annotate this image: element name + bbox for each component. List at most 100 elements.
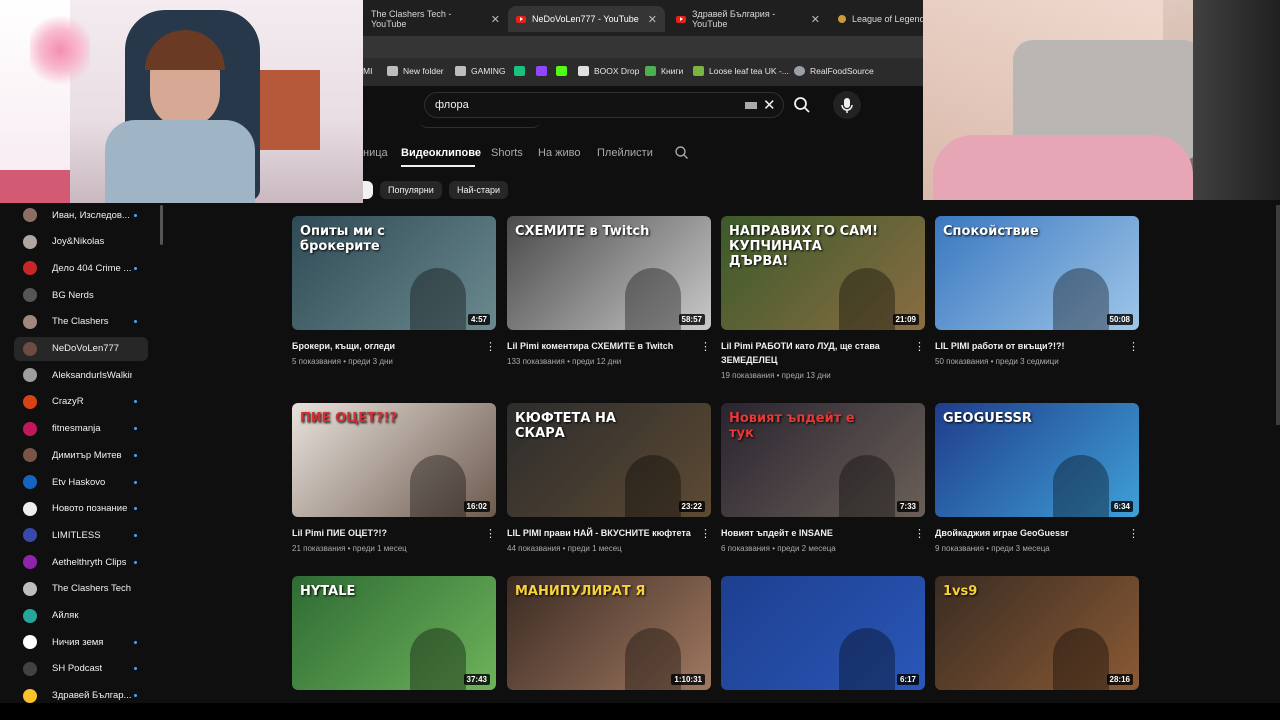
avatar: [23, 368, 37, 383]
video-title[interactable]: Lil Pimi ПИЕ ОЦЕТ?!?: [292, 526, 477, 540]
channel-search-button[interactable]: [674, 145, 689, 160]
sidebar-scrollbar[interactable]: [160, 205, 163, 245]
video-thumbnail[interactable]: 6:17: [721, 576, 925, 690]
sidebar-item-channel[interactable]: Димитър Митев: [14, 443, 148, 467]
browser-tab-active[interactable]: NeDoVoLen777 - YouTube ✕: [508, 6, 665, 32]
more-options-icon[interactable]: ⋮: [1128, 527, 1139, 541]
tab-live[interactable]: На живо: [538, 147, 580, 159]
new-content-dot: [134, 400, 137, 404]
more-options-icon[interactable]: ⋮: [1128, 340, 1139, 354]
sidebar-item-channel[interactable]: Joy&Nikolas: [14, 230, 148, 254]
avatar: [23, 314, 37, 329]
close-icon[interactable]: ✕: [763, 96, 776, 114]
sidebar-item-channel[interactable]: LIMITLESS: [14, 523, 148, 547]
sidebar-item-channel[interactable]: Айляк: [14, 604, 148, 628]
tab-title: Здравей България - YouTube: [692, 9, 776, 29]
video-title[interactable]: Новият ъпдейт е INSANE: [721, 526, 906, 540]
tab-videos[interactable]: Видеоклипове: [401, 147, 481, 159]
video-thumbnail[interactable]: GEOGUESSR 6:34: [935, 403, 1139, 517]
sidebar-item-channel[interactable]: BG Nerds: [14, 283, 148, 307]
leaf-icon: [693, 66, 704, 76]
new-content-dot: [134, 507, 137, 511]
more-options-icon[interactable]: ⋮: [485, 340, 496, 354]
sidebar-item-channel[interactable]: NeDoVoLen777: [14, 336, 148, 361]
bookmark-knigi[interactable]: Книги: [645, 66, 683, 76]
video-title[interactable]: Двойкаджия играе GeoGuessr: [935, 526, 1120, 540]
more-options-icon[interactable]: ⋮: [914, 340, 925, 354]
browser-tab[interactable]: The Clashers Tech - YouTube ✕: [363, 6, 508, 32]
thumbnail-text: НАПРАВИХ ГО САМ! КУПЧИНАТА ДЪРВА!: [729, 224, 879, 269]
bookmark[interactable]: [556, 66, 567, 76]
video-thumbnail[interactable]: НАПРАВИХ ГО САМ! КУПЧИНАТА ДЪРВА! 21:09: [721, 216, 925, 330]
video-title[interactable]: LIL PIMI работи от вкъщи?!?!: [935, 339, 1120, 353]
bookmark[interactable]: [514, 66, 525, 76]
video-thumbnail[interactable]: 1vs9 28:16: [935, 576, 1139, 690]
bookmark-new-folder[interactable]: New folder: [387, 66, 444, 76]
close-icon[interactable]: ✕: [648, 13, 657, 26]
video-duration: 28:16: [1106, 674, 1133, 685]
video-title[interactable]: Lil Pimi РАБОТИ като ЛУД, ще става ЗЕМЕД…: [721, 339, 906, 367]
video-thumbnail[interactable]: СХЕМИТЕ в Twitch 58:57: [507, 216, 711, 330]
bookmark-boox[interactable]: BOOX Drop: [578, 66, 639, 76]
pink-object: [0, 170, 70, 203]
sidebar-item-channel[interactable]: Etv Haskovo: [14, 470, 148, 494]
more-options-icon[interactable]: ⋮: [700, 340, 711, 354]
sidebar-item-channel[interactable]: The Clashers: [14, 310, 148, 334]
more-options-icon[interactable]: ⋮: [700, 527, 711, 541]
video-duration: 1:10:31: [671, 674, 705, 685]
avatar: [23, 608, 37, 623]
new-content-dot: [134, 213, 137, 217]
sidebar-item-channel[interactable]: Новото познание: [14, 497, 148, 521]
chip-oldest[interactable]: Най-стари: [449, 181, 509, 199]
bookmark[interactable]: MI: [363, 66, 372, 76]
search-button[interactable]: [791, 94, 813, 116]
video-thumbnail[interactable]: МАНИПУЛИРАТ Я 1:10:31: [507, 576, 711, 690]
sidebar-item-channel[interactable]: Ничия земя: [14, 630, 148, 654]
thumbnail-person: [839, 455, 895, 517]
keyboard-icon[interactable]: [745, 102, 757, 109]
more-options-icon[interactable]: ⋮: [914, 527, 925, 541]
more-options-icon[interactable]: ⋮: [485, 527, 496, 541]
books-icon: [645, 66, 656, 76]
tab-title: NeDoVoLen777 - YouTube: [532, 14, 639, 24]
new-content-dot: [134, 266, 137, 270]
sidebar-item-channel[interactable]: CrazyR: [14, 390, 148, 414]
search-input[interactable]: [433, 98, 737, 112]
video-title[interactable]: LIL PIMI прави НАЙ - ВКУСНИТЕ кюфтета: [507, 526, 692, 540]
browser-tab[interactable]: Здравей България - YouTube ✕: [668, 6, 828, 32]
video-title[interactable]: Lil Pimi коментира СХЕМИТЕ в Twitch: [507, 339, 692, 353]
video-thumbnail[interactable]: HYTALE 37:43: [292, 576, 496, 690]
sidebar-item-channel[interactable]: fitnesmanja: [14, 417, 148, 441]
page-scrollbar[interactable]: [1276, 205, 1280, 425]
video-thumbnail[interactable]: Новият ъпдейт е тук 7:33: [721, 403, 925, 517]
bookmark-tea[interactable]: Loose leaf tea UK -...: [693, 66, 789, 76]
sidebar-item-channel[interactable]: AleksandurIsWalking: [14, 363, 148, 387]
video-thumbnail[interactable]: КЮФТЕТА НА СКАРА 23:22: [507, 403, 711, 517]
chip-latest-active[interactable]: [363, 181, 373, 199]
search-box[interactable]: ✕: [424, 92, 784, 118]
chip-popular[interactable]: Популярни: [380, 181, 442, 199]
address-bar[interactable]: [363, 36, 923, 58]
voice-search-button[interactable]: [833, 91, 861, 119]
bookmark-realfood[interactable]: RealFoodSource: [794, 66, 874, 76]
bookmark[interactable]: [536, 66, 547, 76]
bookmark-gaming[interactable]: GAMING: [455, 66, 505, 76]
sidebar-item-channel[interactable]: Aethelthryth Clips: [14, 550, 148, 574]
video-thumbnail[interactable]: Спокойствие 50:08: [935, 216, 1139, 330]
close-icon[interactable]: ✕: [491, 13, 500, 26]
search-icon: [675, 146, 688, 159]
sidebar-item-channel[interactable]: The Clashers Tech: [14, 577, 148, 601]
video-thumbnail[interactable]: ПИЕ ОЦЕТ?!? 16:02: [292, 403, 496, 517]
sidebar-item-channel[interactable]: SH Podcast: [14, 657, 148, 681]
tab-playlists[interactable]: Плейлисти: [597, 147, 653, 159]
browser-tab[interactable]: League of Legends Pa: [830, 6, 923, 32]
video-title[interactable]: Брокери, къщи, огледи: [292, 339, 477, 353]
sidebar-item-channel[interactable]: Дело 404 Crime ...: [14, 256, 148, 280]
thumbnail-text: 1vs9: [943, 584, 978, 599]
video-thumbnail[interactable]: Опиты ми с брокерите 4:57: [292, 216, 496, 330]
tab-shorts[interactable]: Shorts: [491, 147, 523, 159]
close-icon[interactable]: ✕: [811, 13, 820, 26]
sidebar-item-channel[interactable]: Иван, Изследов...: [14, 203, 148, 227]
globe-icon: [794, 66, 805, 76]
tab-home-partial[interactable]: ница: [363, 147, 388, 159]
